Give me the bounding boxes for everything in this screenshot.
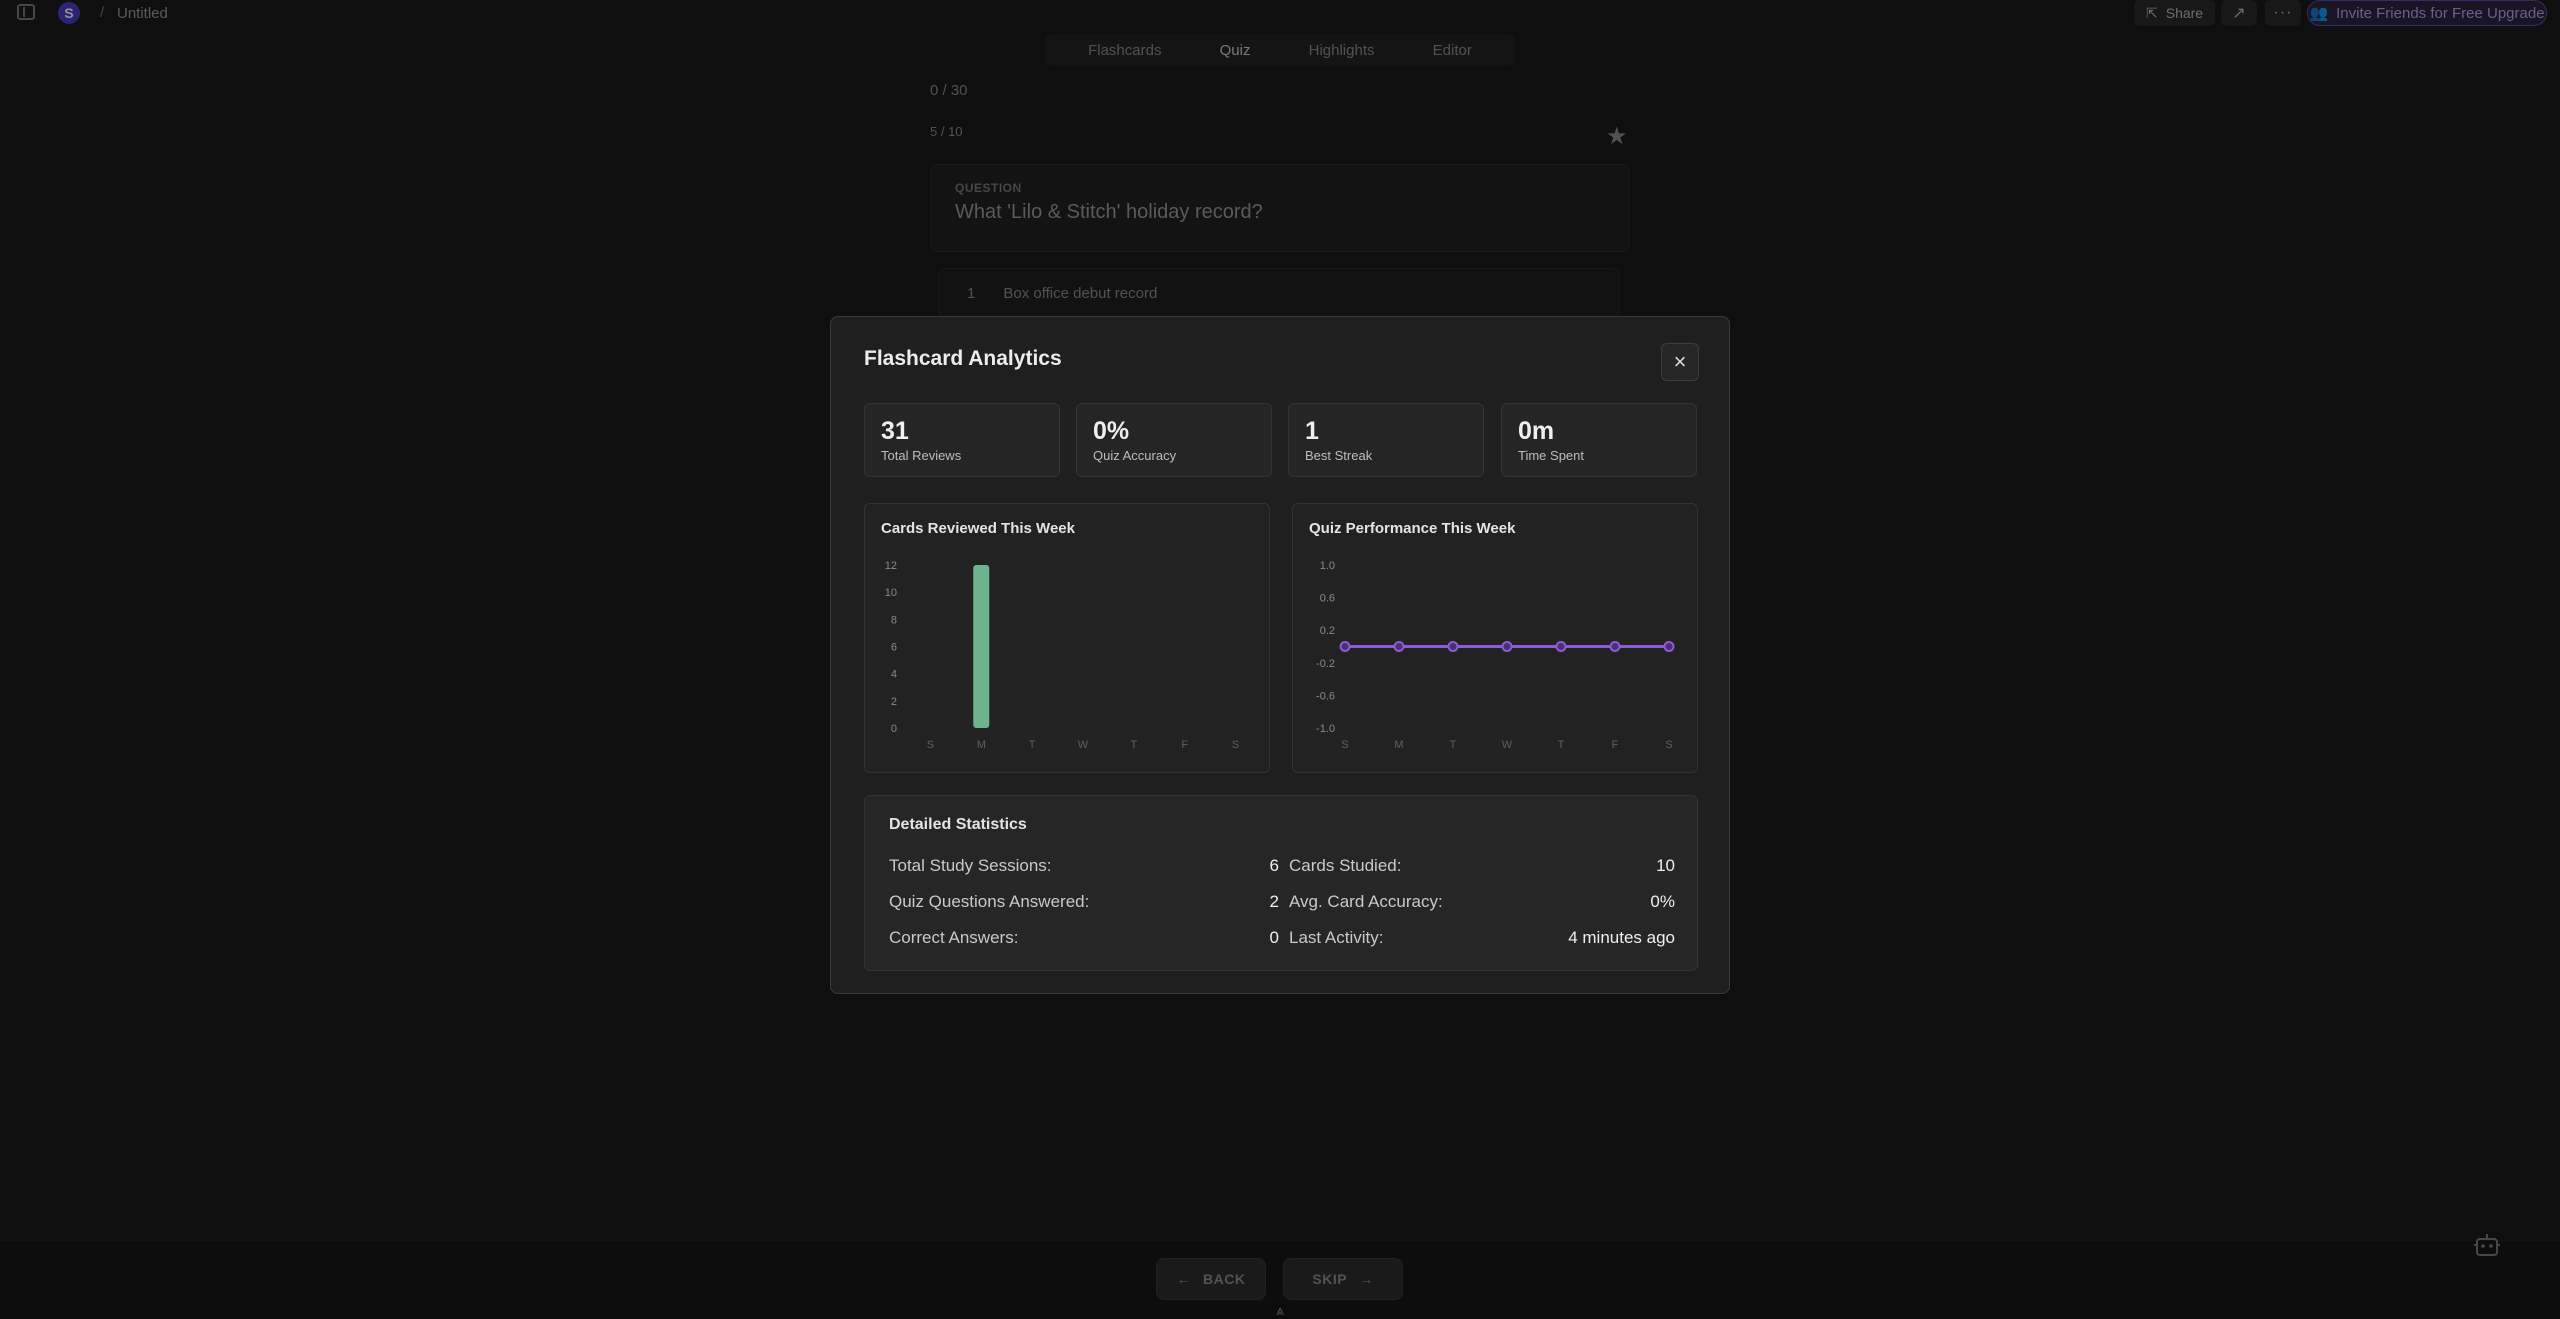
y-tick-label: -0.6 (1316, 690, 1335, 702)
x-tick-label: T (1130, 739, 1137, 751)
data-point (1609, 641, 1621, 652)
details-title: Detailed Statistics (889, 816, 1027, 833)
bar (973, 565, 990, 728)
y-tick-label: 6 (891, 642, 897, 654)
y-tick-label: -0.2 (1316, 658, 1335, 670)
flashcard-analytics-modal: Flashcard Analytics × 31 Total Reviews 0… (830, 316, 1730, 994)
detail-row: Last Activity: 4 minutes ago (1289, 926, 1675, 950)
data-point (1501, 641, 1513, 652)
y-tick-label: 1.0 (1320, 560, 1335, 572)
detail-label: Correct Answers: (889, 928, 1019, 947)
detailed-statistics: Detailed Statistics Total Study Sessions… (864, 795, 1698, 971)
y-tick-label: -1.0 (1316, 723, 1335, 735)
detail-row: Quiz Questions Answered: 2 (889, 890, 1279, 914)
stat-quiz-accuracy: 0% Quiz Accuracy (1076, 403, 1272, 477)
detail-value: 0 (1269, 928, 1279, 947)
x-tick-label: S (1232, 739, 1239, 751)
x-tick-label: M (1394, 739, 1403, 751)
detail-label: Quiz Questions Answered: (889, 892, 1090, 911)
x-tick-label: T (1029, 739, 1036, 751)
x-tick-label: T (1450, 739, 1457, 751)
bar-chart-svg: 0 2 4 6 8 10 12 S M T W T F S (885, 560, 1239, 751)
y-tick-label: 0 (891, 723, 897, 735)
detail-value: 6 (1269, 856, 1279, 875)
y-tick-label: 0.2 (1320, 625, 1335, 637)
detail-value: 10 (1656, 856, 1675, 875)
stat-label: Total Reviews (881, 448, 962, 463)
x-tick-label: M (977, 739, 986, 751)
detail-label: Last Activity: (1289, 928, 1384, 947)
stat-value: 0% (1093, 417, 1130, 445)
x-tick-label: S (1341, 739, 1348, 751)
x-tick-label: F (1612, 739, 1619, 751)
x-tick-label: W (1502, 739, 1513, 751)
y-tick-label: 2 (891, 696, 897, 708)
stat-label: Quiz Accuracy (1093, 448, 1177, 463)
close-button[interactable]: × (1661, 343, 1699, 381)
x-tick-label: S (1665, 739, 1672, 751)
x-tick-label: F (1181, 739, 1188, 751)
detail-row: Cards Studied: 10 (1289, 854, 1675, 878)
quiz-performance-chart: Quiz Performance This Week 1.0 0.6 0.2 -0.2… (1292, 503, 1698, 773)
data-point (1555, 641, 1567, 652)
data-point (1339, 641, 1351, 652)
stat-total-reviews: 31 Total Reviews (864, 403, 1060, 477)
detail-value: 2 (1269, 892, 1279, 911)
stat-best-streak: 1 Best Streak (1288, 403, 1484, 477)
stat-value: 0m (1518, 417, 1555, 445)
y-tick-label: 8 (891, 614, 897, 626)
y-tick-label: 10 (885, 587, 897, 599)
y-tick-label: 0.6 (1320, 593, 1335, 605)
stat-label: Best Streak (1305, 448, 1373, 463)
detail-label: Avg. Card Accuracy: (1289, 892, 1443, 911)
detail-row: Avg. Card Accuracy: 0% (1289, 890, 1675, 914)
stat-value: 1 (1305, 417, 1319, 445)
y-tick-label: 4 (891, 669, 897, 681)
stat-label: Time Spent (1518, 448, 1584, 463)
stat-time-spent: 0m Time Spent (1501, 403, 1697, 477)
stat-value: 31 (881, 417, 909, 445)
detail-row: Total Study Sessions: 6 (889, 854, 1279, 878)
cards-reviewed-chart: Cards Reviewed This Week 0 2 4 6 8 10 12 S M T W T F… (864, 503, 1270, 773)
data-point (1447, 641, 1459, 652)
x-tick-label: T (1558, 739, 1565, 751)
detail-label: Cards Studied: (1289, 856, 1402, 875)
modal-title: Flashcard Analytics (864, 347, 1062, 370)
data-point (1663, 641, 1675, 652)
detail-value: 4 minutes ago (1568, 928, 1675, 947)
line-chart-svg: 1.0 0.6 0.2 -0.2 -0.6 -1.0 S M T W T F S (1316, 560, 1675, 751)
x-tick-label: W (1078, 739, 1089, 751)
detail-value: 0% (1650, 892, 1675, 911)
x-tick-label: S (927, 739, 934, 751)
detail-label: Total Study Sessions: (889, 856, 1052, 875)
close-icon: × (1673, 349, 1687, 374)
detail-row: Correct Answers: 0 (889, 926, 1279, 950)
y-tick-label: 12 (885, 560, 897, 572)
data-point (1393, 641, 1405, 652)
